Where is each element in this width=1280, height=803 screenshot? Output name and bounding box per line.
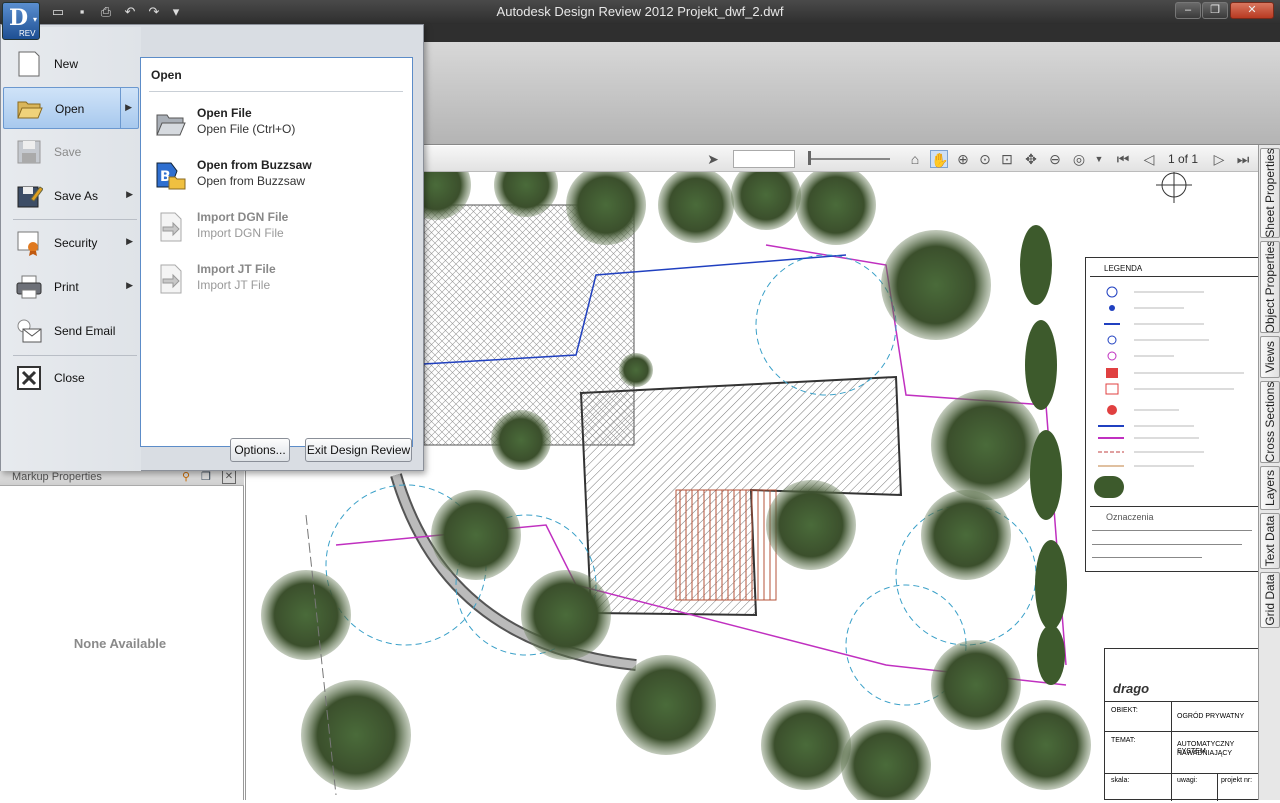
title-block: drago OBIEKT: OGRÓD PRYWATNY TEMAT: AUTO… [1104, 648, 1260, 801]
tab-grid-data[interactable]: Grid Data [1260, 572, 1280, 628]
legend: LEGENDA Oznaczenia [1085, 257, 1259, 572]
first-page-icon[interactable]: ⏮ [1114, 150, 1132, 168]
close-icon [17, 366, 41, 390]
legend-symbols [1094, 286, 1254, 476]
exit-design-review-button[interactable]: Exit Design Review [305, 438, 412, 462]
previous-page-icon[interactable]: ◁ [1140, 150, 1158, 168]
topic-label: TEMAT: [1111, 737, 1136, 744]
fit-to-window-icon[interactable]: ⊡ [998, 150, 1016, 168]
select-arrow-icon[interactable]: ➤ [704, 150, 722, 168]
menu-item-open[interactable]: Open ▶ [3, 87, 139, 129]
undo-icon[interactable]: ↶ [120, 3, 140, 21]
submenu-arrow-icon: ▶ [126, 236, 133, 246]
submenu-open-file[interactable]: Open File Open File (Ctrl+O) [149, 101, 405, 147]
application-menu: New Open ▶ Save Save As ▶ Security ▶ Pri… [0, 24, 424, 471]
pan-hand-icon[interactable]: ✋ [930, 150, 948, 168]
open-submenu: Open Open File Open File (Ctrl+O) B Open… [140, 57, 413, 447]
menu-item-send-email[interactable]: Send Email [3, 310, 139, 352]
north-arrow-icon [1156, 167, 1192, 203]
object-label: OBIEKT: [1111, 707, 1138, 714]
menu-item-save-as[interactable]: Save As ▶ [3, 175, 139, 217]
close-panel-icon[interactable]: ✕ [222, 470, 236, 484]
zoom-slider[interactable] [808, 158, 890, 160]
menu-item-print[interactable]: Print ▶ [3, 266, 139, 308]
turntable-icon[interactable]: ⊖ [1046, 150, 1064, 168]
scale-label: skala: [1111, 777, 1130, 784]
tab-sheet-properties[interactable]: Sheet Properties [1260, 148, 1280, 238]
save-as-icon [17, 186, 43, 208]
object-value: OGRÓD PRYWATNY [1177, 713, 1245, 720]
application-menu-list: New Open ▶ Save Save As ▶ Security ▶ Pri… [1, 27, 141, 471]
window-title: Autodesk Design Review 2012 Projekt_dwf_… [496, 4, 784, 19]
email-icon [17, 319, 42, 343]
home-icon[interactable]: ⌂ [906, 150, 924, 168]
last-page-icon[interactable]: ⏭ [1234, 150, 1252, 168]
import-file-icon [160, 264, 182, 294]
import-file-icon [160, 212, 182, 242]
certificate-icon [17, 231, 39, 256]
right-panel-tabs: Sheet Properties Object Properties Views… [1258, 145, 1280, 800]
submenu-arrow-icon: ▶ [126, 189, 133, 199]
minimize-button[interactable]: – [1175, 2, 1201, 19]
design-review-logo-icon: D [9, 5, 29, 31]
app-badge: REV [19, 29, 36, 38]
save-icon [17, 140, 41, 164]
legend-title: LEGENDA [1104, 264, 1143, 273]
pin-icon[interactable]: ⚲ [182, 470, 190, 485]
markup-properties-header: Markup Properties ⚲ ❐ ✕ [0, 470, 244, 486]
steering-wheel-icon[interactable]: ◎ [1070, 150, 1088, 168]
menu-item-new[interactable]: New [3, 43, 139, 85]
menu-item-security[interactable]: Security ▶ [3, 222, 139, 264]
tab-cross-sections[interactable]: Cross Sections [1260, 381, 1280, 463]
new-document-icon [18, 51, 40, 77]
markup-properties-panel [0, 470, 244, 800]
project-number-label: projekt nr: [1221, 777, 1253, 784]
topic-value-2: NAWADNIAJĄCY [1177, 750, 1233, 757]
legend-tree-symbol [1094, 476, 1124, 498]
restore-button[interactable]: ❐ [1202, 2, 1228, 19]
company-logo: drago [1113, 681, 1150, 696]
tool-dropdown-icon[interactable]: ▼ [1090, 150, 1108, 168]
viewer-toolbar: ➤ ⌂ ✋ ⊕ ⊙ ⊡ ✥ ⊖ ◎ ▼ ⏮ ◁ 1 of 1 ▷ ⏭ [424, 146, 1258, 172]
page-indicator: 1 of 1 [1168, 152, 1199, 166]
submenu-import-jt-file: Import JT File Import JT File [149, 257, 405, 303]
customize-toolbar-icon[interactable]: ▾ [166, 3, 186, 21]
folder-open-icon [156, 114, 186, 136]
submenu-heading: Open [151, 68, 182, 82]
zoom-icon[interactable]: ⊕ [954, 150, 972, 168]
quick-print-icon[interactable]: ⎙ [96, 3, 116, 21]
title-bar: Autodesk Design Review 2012 Projekt_dwf_… [0, 0, 1280, 24]
printer-icon [16, 275, 42, 299]
options-button[interactable]: Options... [230, 438, 290, 462]
next-page-icon[interactable]: ▷ [1210, 150, 1228, 168]
submenu-open-from-buzzsaw[interactable]: B Open from Buzzsaw Open from Buzzsaw [149, 153, 405, 199]
zoom-slider-thumb[interactable] [808, 151, 811, 165]
redo-icon[interactable]: ↷ [144, 3, 164, 21]
empty-state-text: None Available [73, 636, 167, 651]
notes-label: uwagi: [1177, 777, 1198, 784]
close-window-button[interactable]: ✕ [1230, 2, 1274, 19]
submenu-arrow-icon: ▶ [125, 102, 132, 112]
submenu-import-dgn-file: Import DGN File Import DGN File [149, 205, 405, 251]
tab-views[interactable]: Views [1260, 336, 1280, 378]
menu-item-close[interactable]: Close [3, 357, 139, 399]
folder-open-icon [17, 101, 43, 119]
menu-item-save: Save [3, 131, 139, 173]
application-button[interactable]: D REV ▾ [2, 2, 40, 40]
markup-properties-title: Markup Properties [12, 471, 102, 483]
quick-save-icon[interactable]: ▪ [72, 3, 92, 21]
app-menu-dropdown-icon: ▾ [33, 15, 38, 24]
orbit-icon[interactable]: ✥ [1022, 150, 1040, 168]
tab-text-data[interactable]: Text Data [1260, 513, 1280, 569]
zoom-combo[interactable] [733, 150, 795, 168]
float-panel-icon[interactable]: ❐ [201, 470, 211, 485]
zoom-window-icon[interactable]: ⊙ [976, 150, 994, 168]
legend-subtitle: Oznaczenia [1106, 512, 1154, 522]
quick-open-icon[interactable]: ▭ [48, 3, 68, 21]
buzzsaw-icon: B [156, 162, 186, 190]
submenu-arrow-icon: ▶ [126, 280, 133, 290]
tab-object-properties[interactable]: Object Properties [1260, 241, 1280, 333]
tab-layers[interactable]: Layers [1260, 466, 1280, 510]
